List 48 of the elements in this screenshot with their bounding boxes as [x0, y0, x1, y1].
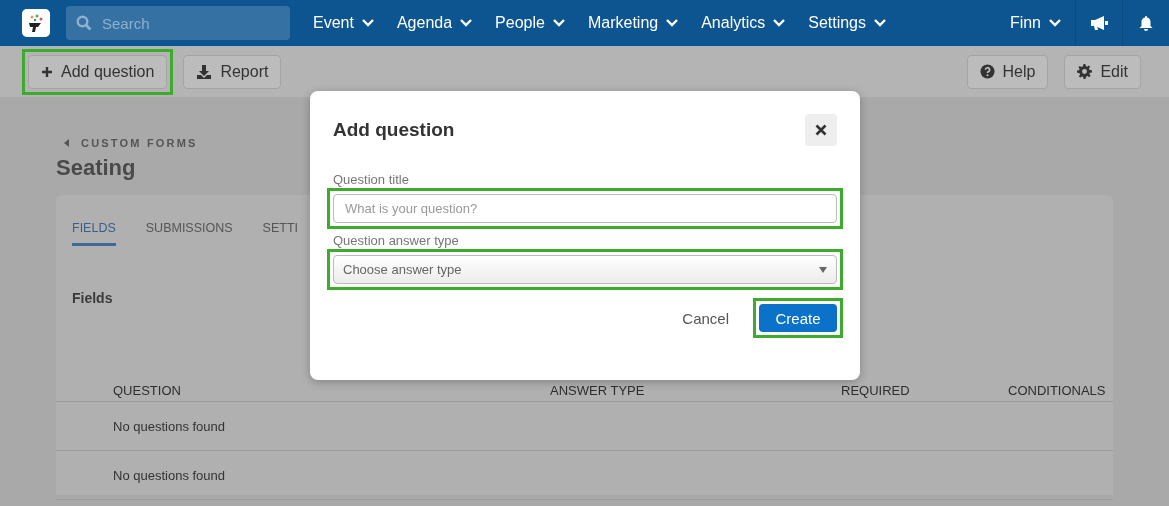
table-cell: No questions found — [113, 467, 226, 483]
user-menu[interactable]: Finn — [1009, 14, 1061, 32]
section-title: Fields — [72, 290, 114, 306]
caret-icon — [819, 266, 827, 273]
page-title: Seating — [56, 155, 136, 181]
chevron-down-icon — [666, 19, 679, 27]
chevron-down-icon — [361, 19, 374, 27]
nav-menu[interactable]: Analytics — [701, 14, 786, 32]
back-arrow-icon[interactable] — [64, 139, 69, 147]
answer-type-dropdown[interactable]: Choose answer type — [333, 255, 837, 284]
nav-menu[interactable]: Settings — [808, 14, 886, 32]
column-header: ANSWER TYPE — [549, 383, 645, 398]
add-question-button[interactable]: Add question — [28, 54, 168, 89]
close-button[interactable] — [805, 114, 837, 146]
dialog-title: Add question — [333, 119, 455, 141]
nav-menu[interactable]: Event — [313, 14, 374, 32]
download-icon — [196, 63, 213, 80]
column-header: REQUIRED — [840, 383, 910, 398]
help-button[interactable]: Help — [966, 54, 1049, 89]
nav-menu[interactable]: People — [495, 14, 565, 32]
chevron-down-icon — [460, 19, 473, 27]
chevron-down-icon — [773, 19, 786, 27]
chevron-down-icon — [552, 19, 565, 27]
table-cell: No questions found — [113, 418, 226, 434]
tab[interactable]: SUBMISSIONS — [145, 221, 233, 246]
close-icon — [815, 124, 827, 136]
logo-icon[interactable] — [22, 9, 50, 37]
bell-icon[interactable] — [1139, 15, 1153, 31]
question-title-field[interactable]: What is your question? — [333, 194, 837, 223]
search-icon — [76, 15, 92, 31]
chevron-down-icon — [1049, 19, 1061, 27]
nav-menu[interactable]: Marketing — [587, 14, 679, 32]
column-header: QUESTION — [112, 383, 181, 398]
chevron-down-icon — [874, 19, 886, 27]
report-button[interactable]: Report — [183, 54, 282, 89]
megaphone-icon[interactable] — [1090, 15, 1108, 31]
nav-menu[interactable]: Agenda — [396, 14, 473, 32]
cancel-button[interactable]: Cancel — [682, 309, 729, 327]
create-button[interactable]: Create — [759, 304, 837, 332]
field-label: Question title — [333, 172, 410, 187]
edit-button[interactable]: Edit — [1064, 54, 1141, 89]
field-label: Question answer type — [333, 233, 460, 248]
column-header: CONDITIONALS — [1007, 383, 1106, 398]
settings-icon — [1077, 64, 1093, 79]
search-field[interactable]: Search — [66, 6, 290, 40]
plus-icon — [41, 65, 53, 78]
search-input[interactable]: Search — [102, 14, 272, 32]
help-icon — [979, 64, 995, 79]
